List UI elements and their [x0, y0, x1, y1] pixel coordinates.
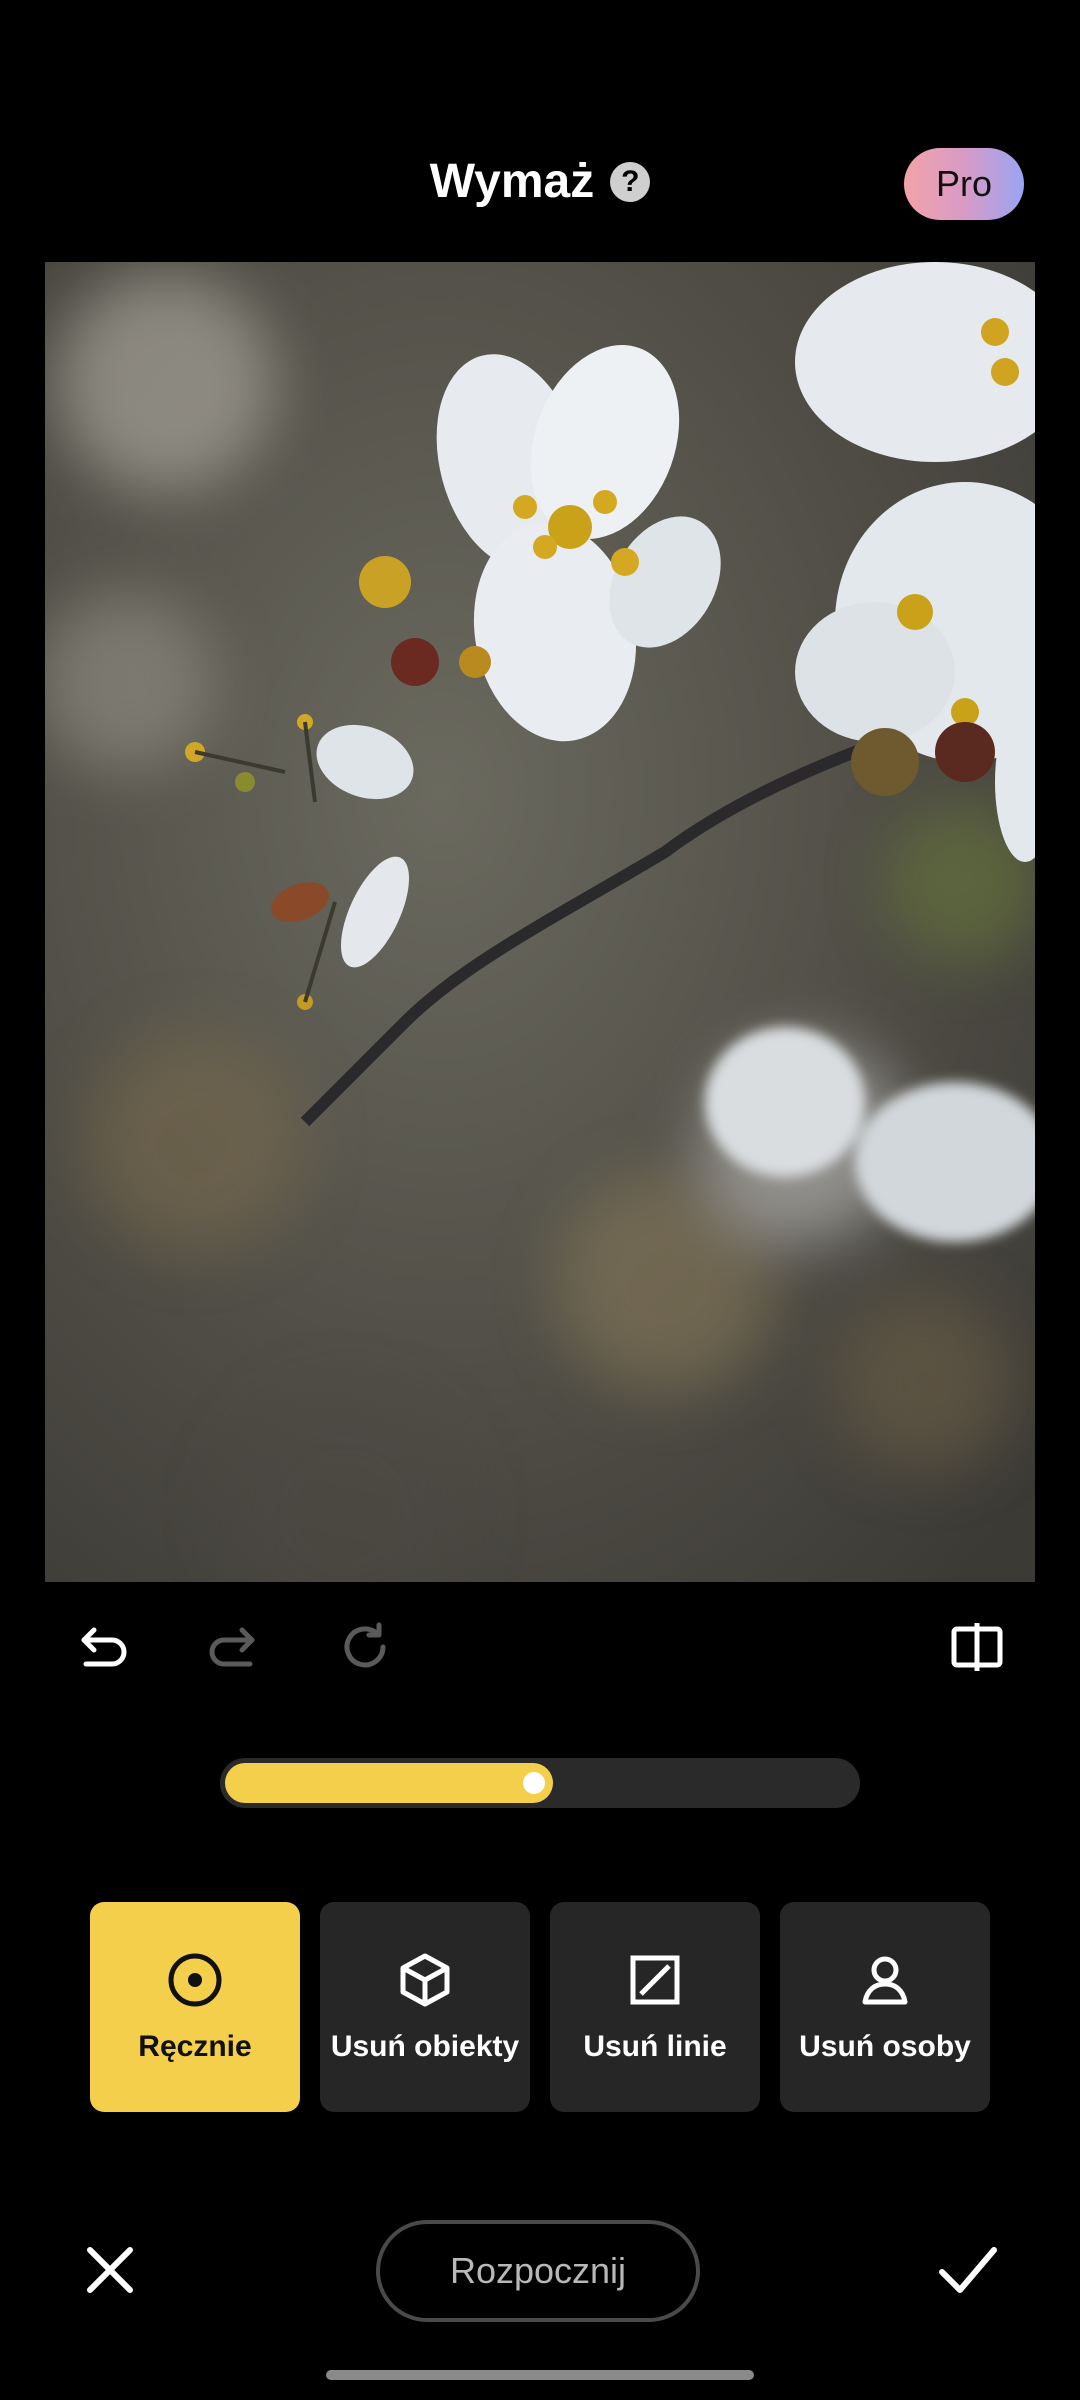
- compare-icon[interactable]: [942, 1612, 1012, 1682]
- mode-remove-lines[interactable]: Usuń linie: [550, 1902, 760, 2112]
- page-title: Wymaż: [429, 155, 595, 208]
- mode-manual-label: Ręcznie: [138, 2030, 252, 2063]
- mode-remove-people[interactable]: Usuń osoby: [780, 1902, 990, 2112]
- redo-icon[interactable]: [196, 1612, 266, 1682]
- refresh-icon[interactable]: [330, 1612, 400, 1682]
- undo-icon[interactable]: [70, 1612, 140, 1682]
- brush-size-knob[interactable]: [523, 1772, 545, 1794]
- check-icon[interactable]: [936, 2240, 1000, 2300]
- mode-remove-lines-label: Usuń linie: [583, 2030, 727, 2063]
- pro-button[interactable]: Pro: [904, 148, 1024, 220]
- close-icon[interactable]: [80, 2240, 140, 2300]
- start-button[interactable]: Rozpocznij: [376, 2220, 700, 2322]
- home-indicator[interactable]: [326, 2370, 754, 2380]
- flower-photo: [45, 262, 1035, 1582]
- edit-toolbar: [0, 1612, 1080, 1682]
- help-icon[interactable]: ?: [610, 161, 651, 202]
- mode-selector: Ręcznie Usuń obiekty Usuń linie Usuń oso…: [90, 1902, 990, 2112]
- cube-icon: [395, 1950, 455, 2010]
- target-icon: [165, 1950, 225, 2010]
- mode-remove-objects[interactable]: Usuń obiekty: [320, 1902, 530, 2112]
- line-erase-icon: [625, 1950, 685, 2010]
- photo-canvas[interactable]: [45, 262, 1035, 1582]
- mode-manual[interactable]: Ręcznie: [90, 1902, 300, 2112]
- header-bar: Wymaż ? Pro: [0, 140, 1080, 230]
- brush-size-fill: [225, 1763, 553, 1803]
- brush-size-slider[interactable]: [220, 1758, 860, 1808]
- bottom-action-bar: Rozpocznij: [0, 2220, 1080, 2330]
- mode-remove-people-label: Usuń osoby: [799, 2030, 971, 2063]
- mode-remove-objects-label: Usuń obiekty: [330, 2030, 520, 2063]
- person-icon: [855, 1950, 915, 2010]
